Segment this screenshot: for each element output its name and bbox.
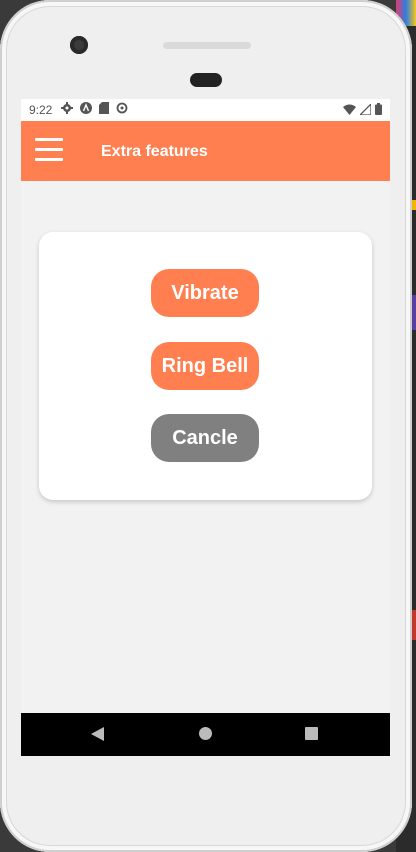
status-bar: 9:22 — [21, 99, 390, 121]
earpiece-speaker — [163, 42, 251, 49]
cancel-button[interactable]: Cancle — [151, 414, 259, 462]
phone-frame: 9:22 Extra features Vibrate Ring Bell Ca… — [0, 0, 412, 852]
battery-icon — [375, 103, 382, 115]
a-icon — [80, 102, 92, 114]
status-icons-left — [61, 102, 128, 114]
recents-icon[interactable] — [305, 727, 318, 740]
page-title: Extra features — [101, 143, 208, 160]
home-icon[interactable] — [199, 727, 212, 740]
proximity-sensor — [190, 73, 222, 87]
back-icon[interactable] — [91, 727, 104, 741]
signal-icon — [360, 103, 371, 115]
sync-icon — [116, 102, 128, 114]
front-camera — [70, 36, 88, 54]
gear-icon — [61, 102, 73, 114]
app-bar: Extra features — [21, 121, 390, 181]
features-card: Vibrate Ring Bell Cancle — [39, 232, 372, 500]
status-time: 9:22 — [29, 103, 53, 117]
ring-bell-button[interactable]: Ring Bell — [151, 342, 259, 390]
status-icons-right — [343, 103, 382, 115]
app-screen: 9:22 Extra features Vibrate Ring Bell Ca… — [21, 99, 390, 756]
system-nav-bar — [21, 713, 390, 756]
wifi-icon — [343, 104, 356, 115]
sd-card-icon — [99, 102, 109, 114]
hamburger-menu-icon[interactable] — [35, 138, 63, 162]
vibrate-button[interactable]: Vibrate — [151, 269, 259, 317]
